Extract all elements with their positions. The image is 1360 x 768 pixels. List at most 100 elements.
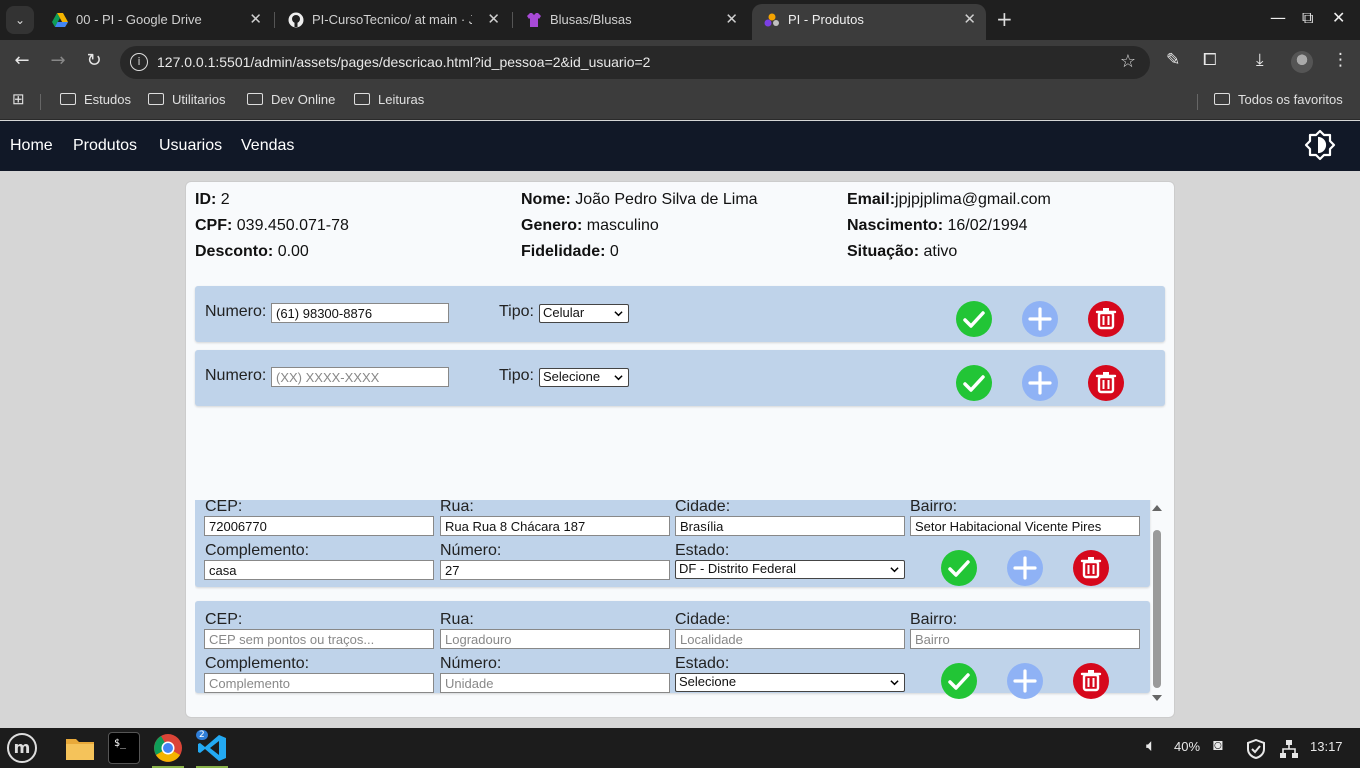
tab-google-drive[interactable]: 00 - PI - Google Drive ✕ [40,4,272,36]
profile-avatar[interactable] [1291,51,1313,73]
volume-level: 40% [1174,739,1201,754]
bookmark-star-icon[interactable]: ☆ [1120,51,1136,72]
add-button[interactable] [1022,365,1058,401]
back-arrow-icon[interactable]: ← [10,50,34,71]
delete-button[interactable] [1088,301,1124,337]
address-number-input[interactable] [440,673,670,693]
confirm-button[interactable] [941,663,977,699]
restore-icon[interactable]: ⧉ [1302,8,1313,28]
cidade-input[interactable] [675,629,905,649]
screenshot-icon[interactable]: ◙ [1213,737,1223,755]
add-button[interactable] [1022,301,1058,337]
close-icon[interactable]: ✕ [249,10,262,28]
github-icon [288,12,304,28]
all-bookmarks[interactable]: Todos os favoritos [1214,92,1343,107]
new-tab-button[interactable]: + [996,7,1013,31]
rua-input[interactable] [440,516,670,536]
clock[interactable]: 13:17 [1310,739,1343,754]
shield-icon[interactable] [1246,738,1266,762]
address-number-input[interactable] [440,560,670,580]
close-window-icon[interactable]: ✕ [1332,8,1345,27]
phone-number-input[interactable] [271,303,449,323]
estado-select[interactable]: Selecione [675,673,905,692]
cidade-input[interactable] [675,516,905,536]
app-favicon-icon [764,13,779,27]
complemento-input[interactable] [204,560,434,580]
close-icon[interactable]: ✕ [487,10,500,28]
numero-label: Número: [440,655,502,672]
phone-type-label: Tipo: [499,303,534,320]
nav-produtos[interactable]: Produtos [73,137,137,155]
phone-type-select[interactable]: Selecione [539,368,629,387]
address-list[interactable]: CEP: Rua: Cidade: Bairro: Complemento: N… [195,500,1165,708]
menu-dots-icon[interactable]: ⋮ [1332,50,1349,70]
estado-select[interactable]: DF - Distrito Federal [675,560,905,579]
delete-button[interactable] [1073,663,1109,699]
bookmark-dev-online[interactable]: Dev Online [247,92,335,107]
plus-icon [1013,669,1037,693]
estado-label: Estado: [675,655,730,672]
close-icon[interactable]: ✕ [725,10,738,28]
scroll-down-arrow-icon[interactable] [1152,695,1162,701]
terminal-icon[interactable]: $_ [108,732,140,764]
phone-row: Numero: Tipo: Celular [195,286,1165,342]
mint-menu-icon[interactable]: m [7,733,37,763]
scroll-up-arrow-icon[interactable] [1152,505,1162,511]
plus-icon [1028,307,1052,331]
file-manager-icon[interactable] [64,732,96,764]
bookmark-utilitarios[interactable]: Utilitarios [148,92,225,107]
phone-number-input[interactable] [271,367,449,387]
tab-blusas[interactable]: Blusas/Blusas ✕ [514,4,748,36]
vscode-icon[interactable]: 2 [196,730,228,768]
complemento-input[interactable] [204,673,434,693]
bookmark-separator [1197,94,1198,110]
extensions-icon[interactable]: ⧠ [1203,50,1217,70]
phone-type-label: Tipo: [499,367,534,384]
confirm-button[interactable] [941,550,977,586]
bookmark-estudos[interactable]: Estudos [60,92,131,107]
cep-input[interactable] [204,629,434,649]
close-icon[interactable]: ✕ [963,10,976,28]
delete-button[interactable] [1088,365,1124,401]
url-text[interactable]: 127.0.0.1:5501/admin/assets/pages/descri… [157,54,650,70]
nav-usuarios[interactable]: Usuarios [159,137,222,155]
phone-type-select[interactable]: Celular [539,304,629,323]
tab-separator [274,12,275,28]
chrome-icon[interactable] [152,732,184,768]
forward-arrow-icon[interactable]: → [46,50,70,71]
site-info-icon[interactable]: i [130,53,148,71]
delete-button[interactable] [1073,550,1109,586]
scroll-thumb[interactable] [1153,530,1161,688]
confirm-button[interactable] [956,365,992,401]
download-icon[interactable]: ⤓ [1256,50,1264,70]
add-button[interactable] [1007,663,1043,699]
nav-home[interactable]: Home [10,137,53,155]
confirm-button[interactable] [956,301,992,337]
site-navbar: Home Produtos Usuarios Vendas [0,121,1360,171]
rua-input[interactable] [440,629,670,649]
bairro-input[interactable] [910,516,1140,536]
folder-icon [1214,93,1230,105]
apps-grid-icon[interactable]: ⊞ [12,90,25,108]
volume-icon[interactable]: 🔈︎ [1146,736,1156,756]
eyedropper-icon[interactable]: ✎ [1166,50,1180,70]
address-scrollbar[interactable] [1150,500,1164,706]
tab-pi-produtos[interactable]: PI - Produtos ✕ [752,4,986,40]
trash-icon [1080,557,1102,579]
bookmark-leituras[interactable]: Leituras [354,92,424,107]
check-icon [948,673,970,690]
bookmark-separator [40,94,41,110]
minimize-icon[interactable]: — [1270,8,1286,27]
tab-search-button[interactable]: ⌄ [6,6,34,34]
reload-icon[interactable]: ↻ [82,50,106,71]
bairro-input[interactable] [910,629,1140,649]
check-icon [963,375,985,392]
add-button[interactable] [1007,550,1043,586]
network-icon[interactable] [1279,739,1299,762]
chevron-down-icon [614,311,623,317]
nav-vendas[interactable]: Vendas [241,137,294,155]
tab-github[interactable]: PI-CursoTecnico/ at main · Jo ✕ [276,4,510,36]
theme-toggle-icon[interactable] [1304,129,1336,161]
address-bar[interactable]: i 127.0.0.1:5501/admin/assets/pages/desc… [120,46,1150,79]
cep-input[interactable] [204,516,434,536]
